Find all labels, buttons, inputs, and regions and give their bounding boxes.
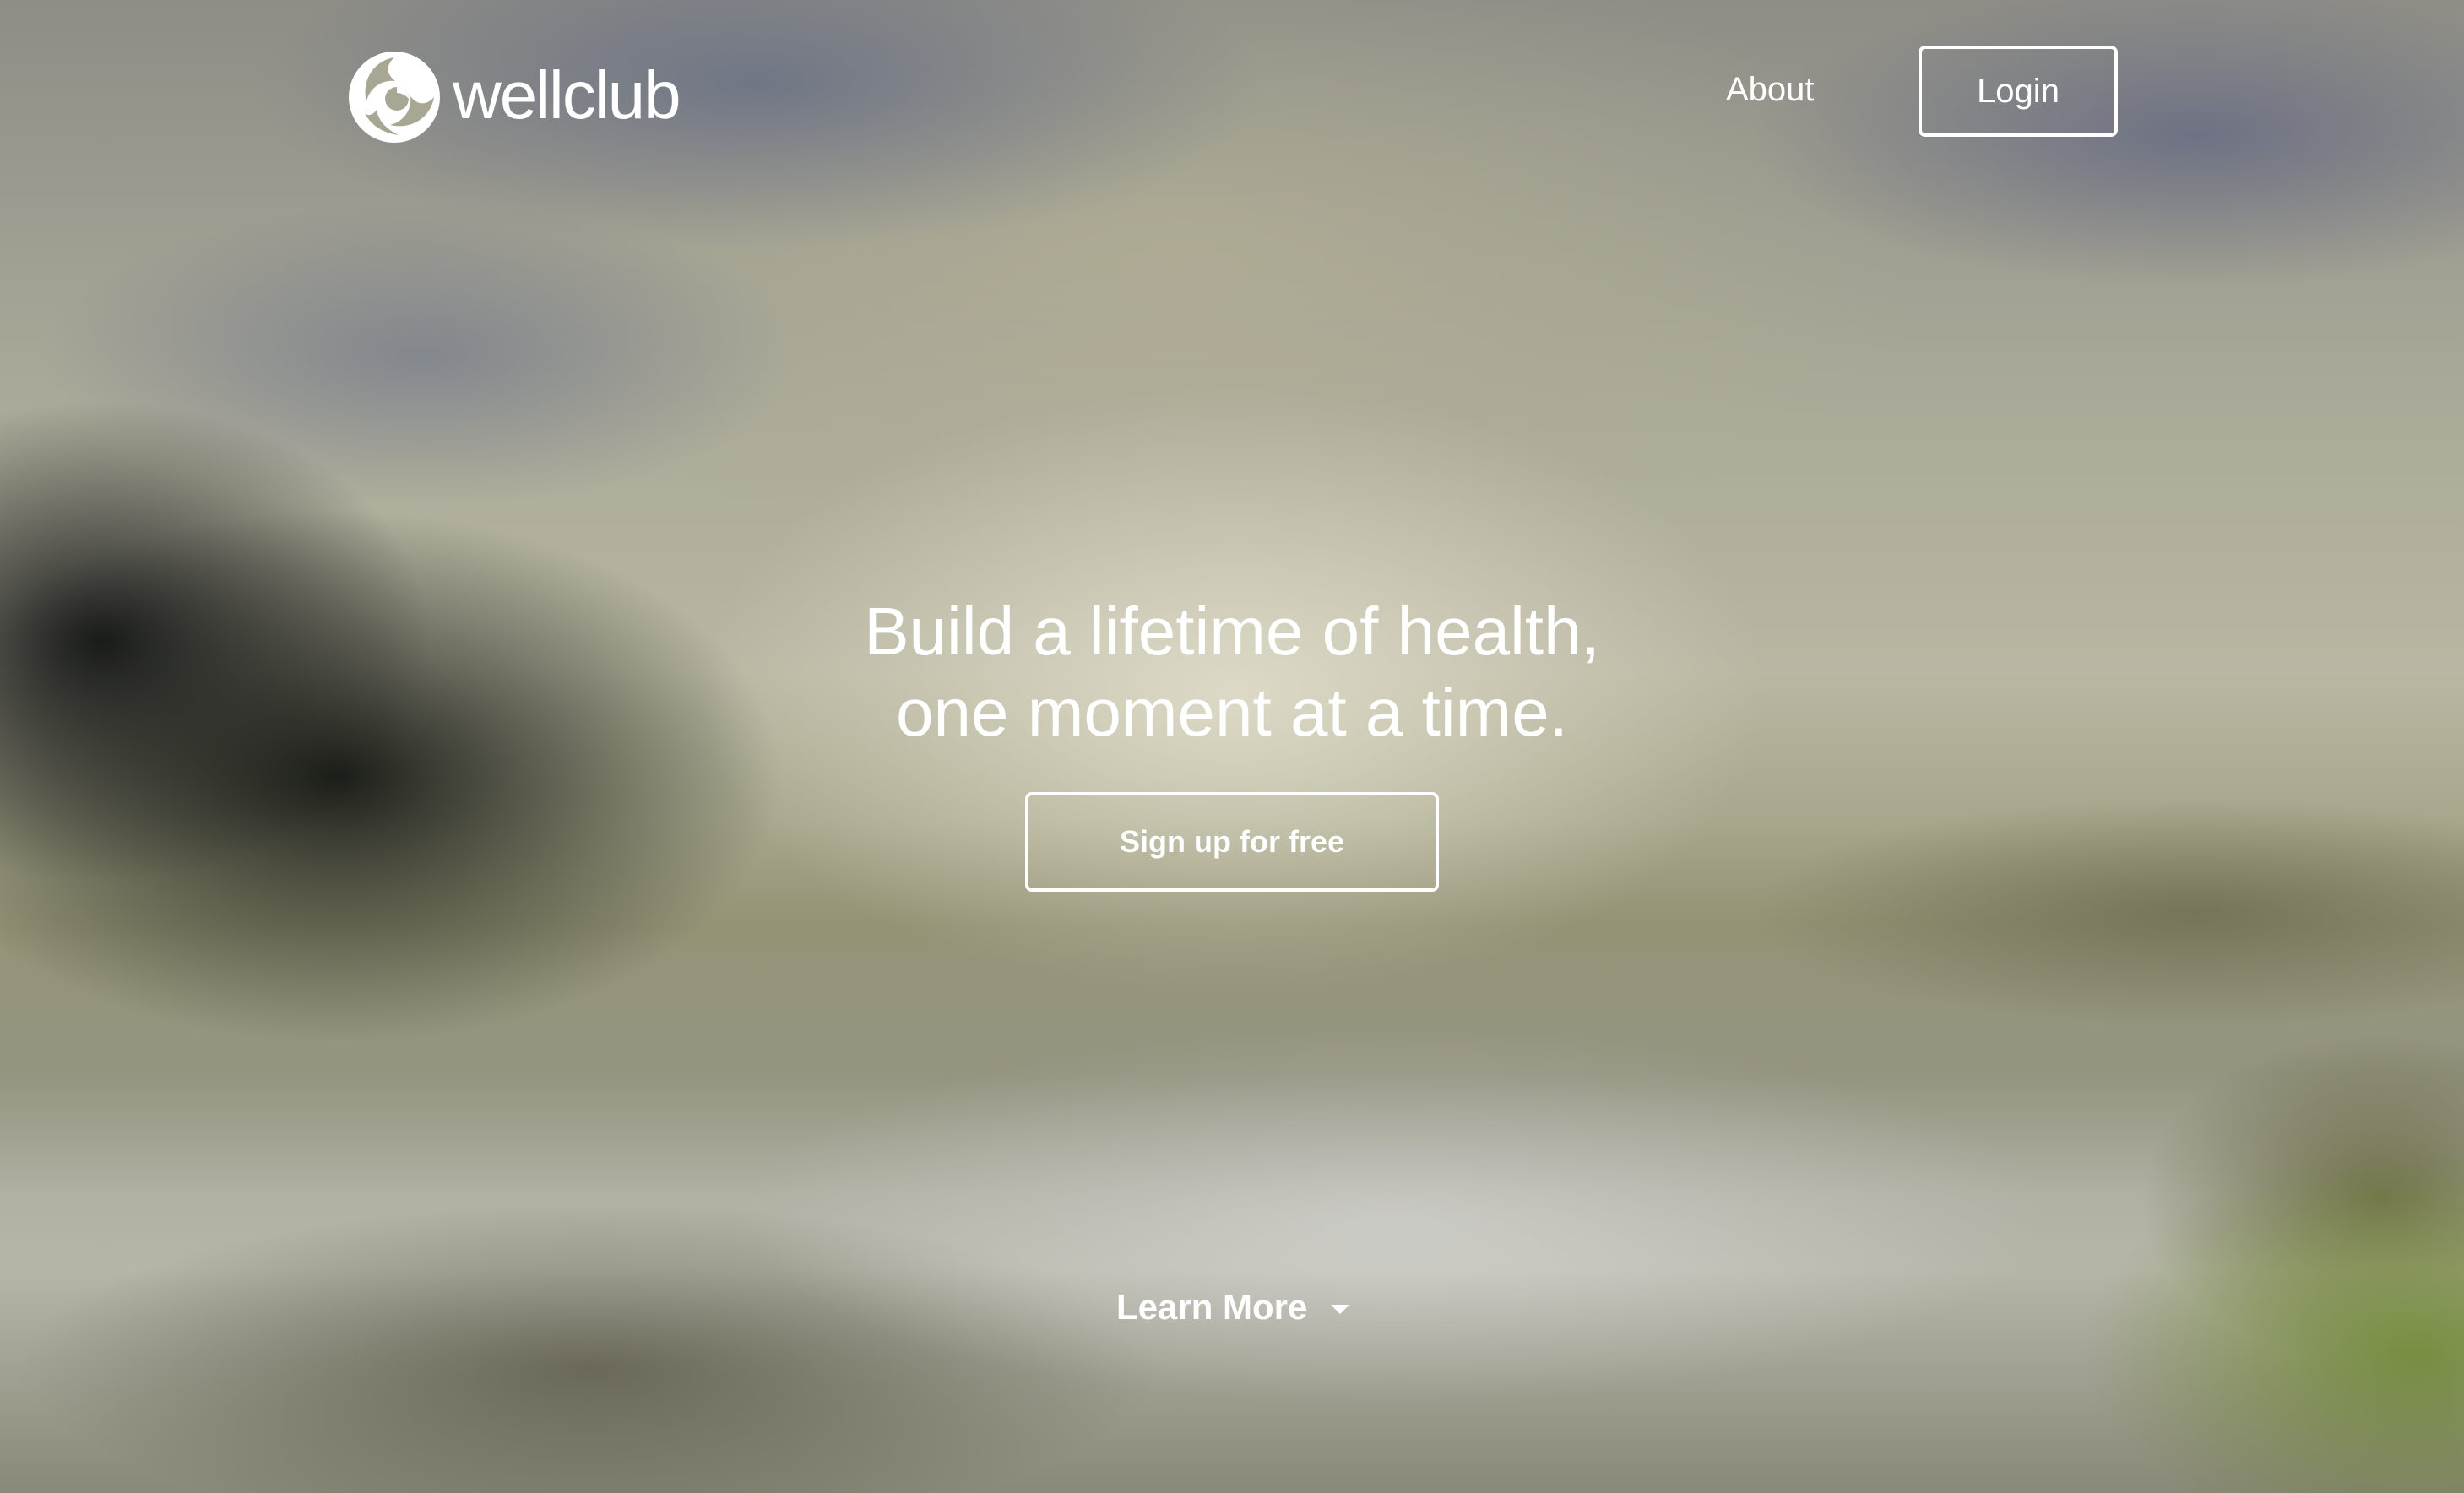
sign-up-button[interactable]: Sign up for free [1025,792,1439,892]
hero-section: Build a lifetime of health, one moment a… [0,591,2464,753]
wellclub-swirl-logo-icon [349,52,440,143]
learn-more-label: Learn More [1116,1287,1308,1327]
hero-headline: Build a lifetime of health, one moment a… [0,591,2464,753]
hero-headline-line-2: one moment at a time. [896,675,1568,750]
caret-down-icon [1331,1304,1350,1314]
login-button[interactable]: Login [1919,46,2118,137]
brand-name: wellclub [453,57,681,133]
brand-logo-link[interactable]: wellclub [348,49,681,145]
top-navigation: wellclub About Login [0,0,2464,169]
nav-about-link[interactable]: About [1726,66,1815,113]
learn-more-link[interactable]: Learn More [1116,1282,1350,1333]
hero-headline-line-1: Build a lifetime of health, [864,594,1600,669]
